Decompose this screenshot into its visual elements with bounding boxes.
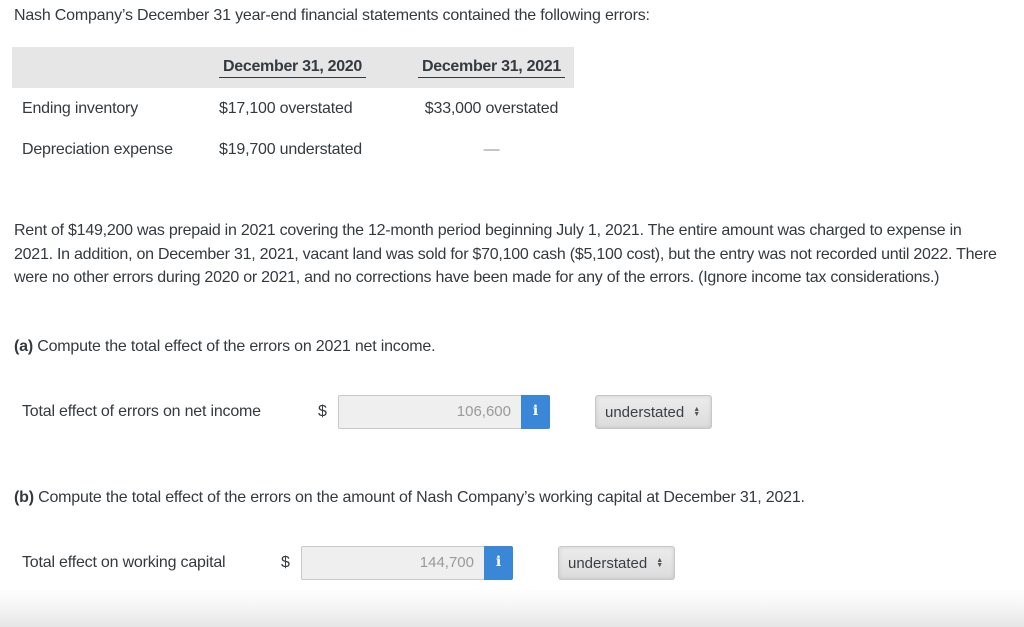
row-label: Depreciation expense	[22, 140, 173, 158]
select-value: understated	[605, 403, 685, 421]
cell-2021: —	[483, 140, 500, 158]
problem-intro: Nash Company’s December 31 year-end fina…	[14, 7, 650, 24]
row-label: Ending inventory	[22, 99, 138, 117]
cell-2020: $17,100 overstated	[219, 99, 353, 117]
cell-2021: $33,000 overstated	[424, 99, 559, 117]
working-capital-value[interactable]: 144,700	[302, 547, 484, 579]
errors-table: December 31, 2020 December 31, 2021 Endi…	[12, 47, 574, 170]
problem-paragraph: Rent of $149,200 was prepaid in 2021 cov…	[14, 222, 997, 286]
question-a-text: Compute the total effect of the errors o…	[32, 338, 436, 355]
header-2020: December 31, 2020	[219, 47, 409, 88]
table-row: Depreciation expense $19,700 understated…	[12, 129, 574, 170]
info-icon[interactable]: i	[484, 546, 513, 580]
question-b-text: Compute the total effect of the errors o…	[33, 489, 805, 506]
currency-symbol: $	[318, 403, 327, 420]
table-row: Ending inventory $17,100 overstated $33,…	[12, 88, 574, 129]
select-arrows-icon: ▲ ▼	[656, 557, 664, 569]
select-value: understated	[568, 554, 648, 572]
header-2021: December 31, 2021	[409, 47, 574, 88]
net-income-input[interactable]: 106,600 i	[338, 395, 550, 429]
answer-row-a: Total effect of errors on net income $ 1…	[22, 395, 712, 429]
info-icon[interactable]: i	[521, 395, 550, 429]
net-income-label: Total effect of errors on net income	[22, 403, 261, 420]
question-a-tag: (a)	[14, 338, 33, 355]
answer-row-b: Total effect on working capital $ 144,70…	[22, 546, 675, 580]
question-a: (a) Compute the total effect of the erro…	[14, 338, 436, 356]
net-income-value[interactable]: 106,600	[339, 396, 521, 428]
working-capital-direction-select[interactable]: understated ▲ ▼	[558, 546, 675, 580]
net-income-direction-select[interactable]: understated ▲ ▼	[595, 395, 712, 429]
currency-symbol: $	[281, 554, 290, 571]
question-b: (b) Compute the total effect of the erro…	[14, 489, 805, 507]
question-b-tag: (b)	[14, 489, 34, 506]
select-arrows-icon: ▲ ▼	[693, 406, 701, 418]
header-blank	[12, 47, 219, 88]
table-header-row: December 31, 2020 December 31, 2021	[12, 47, 574, 88]
cell-2020: $19,700 understated	[219, 140, 362, 158]
working-capital-label: Total effect on working capital	[22, 554, 226, 571]
working-capital-input[interactable]: 144,700 i	[301, 546, 513, 580]
bottom-fade	[0, 588, 1024, 627]
